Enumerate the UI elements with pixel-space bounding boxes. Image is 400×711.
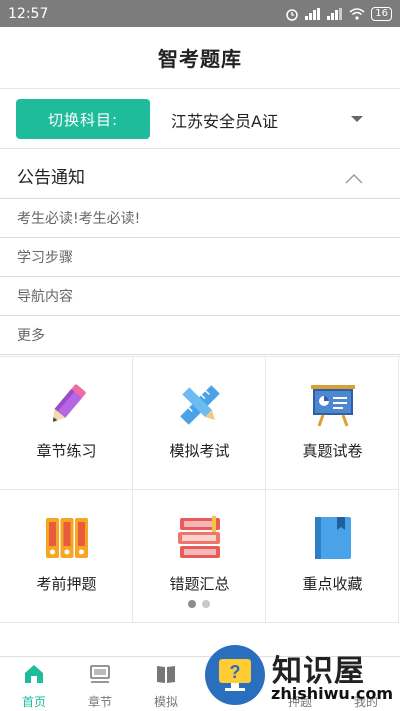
notice-title: 公告通知 xyxy=(17,168,85,188)
app-header: 智考题库 xyxy=(0,27,400,89)
menu-pre-exam-tips[interactable]: 考前押题 xyxy=(0,490,133,623)
monitor-icon xyxy=(90,665,110,683)
watermark-url: zhishiwu.com xyxy=(271,684,393,703)
tab-label: 章节 xyxy=(87,695,112,709)
notice-item[interactable]: 学习步骤 xyxy=(0,238,400,277)
status-bar: 12:57 16 xyxy=(0,0,400,27)
tab-chapters[interactable]: 章节 xyxy=(67,657,133,711)
books-stack-icon xyxy=(178,516,220,558)
dropdown-caret-icon[interactable] xyxy=(351,116,363,122)
current-subject[interactable]: 江苏安全员A证 xyxy=(171,108,278,132)
bookmark-book-icon xyxy=(315,517,351,559)
page-title: 智考题库 xyxy=(158,47,242,71)
watermark-logo-icon: ? xyxy=(205,645,265,705)
function-grid: 章节练习 模拟考试 真题试卷 考前押题 错题汇总 重点收藏 xyxy=(0,356,400,623)
menu-chapter-practice[interactable]: 章节练习 xyxy=(0,357,133,490)
notice-item[interactable]: 导航内容 xyxy=(0,277,400,316)
status-time: 12:57 xyxy=(8,5,49,22)
menu-label: 考前押题 xyxy=(36,575,97,593)
home-icon xyxy=(25,665,43,683)
signal-icon-2 xyxy=(327,7,343,20)
notice-item-more[interactable]: 更多 xyxy=(0,316,400,355)
battery-icon: 16 xyxy=(371,6,392,21)
binders-icon xyxy=(46,518,88,558)
tab-mock[interactable]: 模拟 xyxy=(133,657,199,711)
menu-real-papers[interactable]: 真题试卷 xyxy=(266,357,399,490)
menu-label: 错题汇总 xyxy=(169,575,230,593)
ruler-pencil-icon xyxy=(180,385,220,425)
alarm-icon xyxy=(286,8,299,21)
tab-label: 模拟 xyxy=(153,695,178,709)
question-monitor-icon: ? xyxy=(219,659,251,691)
menu-label: 真题试卷 xyxy=(302,442,363,460)
wifi-icon xyxy=(349,7,365,20)
menu-label: 重点收藏 xyxy=(302,575,363,593)
pager-dot-active xyxy=(188,600,196,608)
pager-dots xyxy=(188,600,210,608)
menu-mock-exam[interactable]: 模拟考试 xyxy=(133,357,266,490)
chevron-up-icon[interactable] xyxy=(345,170,363,188)
tab-label: 首页 xyxy=(21,695,46,709)
svg-text:?: ? xyxy=(230,662,241,682)
pager-dot xyxy=(202,600,210,608)
notice-header[interactable]: 公告通知 xyxy=(0,149,400,199)
subject-row: 切换科目: 江苏安全员A证 xyxy=(0,89,400,149)
switch-subject-button[interactable]: 切换科目: xyxy=(16,99,150,139)
tab-home[interactable]: 首页 xyxy=(1,657,67,711)
menu-label: 章节练习 xyxy=(36,442,97,460)
notice-item[interactable]: 考生必读!考生必读! xyxy=(0,199,400,238)
menu-key-favorites[interactable]: 重点收藏 xyxy=(266,490,399,623)
status-icons: 16 xyxy=(285,6,392,21)
book-icon xyxy=(157,666,175,683)
signal-icon xyxy=(305,7,321,20)
menu-label: 模拟考试 xyxy=(169,442,230,460)
pencil-icon xyxy=(52,384,86,422)
presentation-board-icon xyxy=(311,385,355,427)
